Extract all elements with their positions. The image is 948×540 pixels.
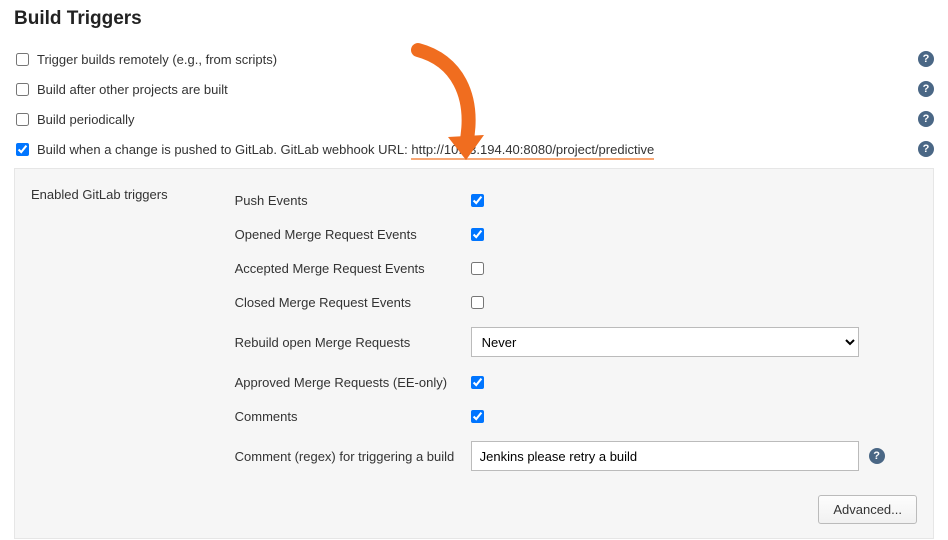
section-title: Build Triggers <box>14 8 934 30</box>
option-row-opened-mr: Opened Merge Request Events <box>235 217 885 251</box>
gitlab-webhook-url: http://10.13.194.40:8080/project/predict… <box>411 142 654 160</box>
trigger-row-after-projects: Build after other projects are built ? <box>14 74 934 104</box>
trigger-gitlab-label-prefix: Build when a change is pushed to GitLab.… <box>37 142 411 157</box>
option-row-approved-mr: Approved Merge Requests (EE-only) <box>235 365 885 399</box>
rebuild-mr-label: Rebuild open Merge Requests <box>235 335 471 350</box>
accepted-mr-label: Accepted Merge Request Events <box>235 261 471 276</box>
push-events-checkbox[interactable] <box>471 194 484 207</box>
option-row-push-events: Push Events <box>235 183 885 217</box>
trigger-row-remote: Trigger builds remotely (e.g., from scri… <box>14 44 934 74</box>
option-row-rebuild-mr: Rebuild open Merge Requests Never <box>235 319 885 365</box>
comments-checkbox[interactable] <box>471 410 484 423</box>
trigger-periodically-checkbox[interactable] <box>16 113 29 126</box>
help-icon[interactable]: ? <box>918 51 934 67</box>
advanced-button[interactable]: Advanced... <box>818 495 917 524</box>
trigger-remote-label: Trigger builds remotely (e.g., from scri… <box>37 52 918 67</box>
option-row-accepted-mr: Accepted Merge Request Events <box>235 251 885 285</box>
trigger-after-projects-label: Build after other projects are built <box>37 82 918 97</box>
closed-mr-checkbox[interactable] <box>471 296 484 309</box>
comment-regex-input[interactable] <box>471 441 859 471</box>
accepted-mr-checkbox[interactable] <box>471 262 484 275</box>
closed-mr-label: Closed Merge Request Events <box>235 295 471 310</box>
help-icon[interactable]: ? <box>918 111 934 127</box>
trigger-row-gitlab: Build when a change is pushed to GitLab.… <box>14 134 934 164</box>
help-icon[interactable]: ? <box>918 81 934 97</box>
approved-mr-checkbox[interactable] <box>471 376 484 389</box>
opened-mr-label: Opened Merge Request Events <box>235 227 471 242</box>
comments-label: Comments <box>235 409 471 424</box>
opened-mr-checkbox[interactable] <box>471 228 484 241</box>
help-icon[interactable]: ? <box>869 448 885 464</box>
trigger-gitlab-checkbox[interactable] <box>16 143 29 156</box>
push-events-label: Push Events <box>235 193 471 208</box>
comment-regex-label: Comment (regex) for triggering a build <box>235 449 471 464</box>
trigger-periodically-label: Build periodically <box>37 112 918 127</box>
trigger-after-projects-checkbox[interactable] <box>16 83 29 96</box>
option-row-comment-regex: Comment (regex) for triggering a build ? <box>235 433 885 479</box>
option-row-comments: Comments <box>235 399 885 433</box>
approved-mr-label: Approved Merge Requests (EE-only) <box>235 375 471 390</box>
gitlab-triggers-panel: Enabled GitLab triggers Push Events Open… <box>14 168 934 539</box>
trigger-row-periodically: Build periodically ? <box>14 104 934 134</box>
trigger-gitlab-label: Build when a change is pushed to GitLab.… <box>37 142 918 157</box>
rebuild-mr-select[interactable]: Never <box>471 327 859 357</box>
trigger-remote-checkbox[interactable] <box>16 53 29 66</box>
option-row-closed-mr: Closed Merge Request Events <box>235 285 885 319</box>
help-icon[interactable]: ? <box>918 141 934 157</box>
gitlab-subsection-label: Enabled GitLab triggers <box>31 183 231 202</box>
